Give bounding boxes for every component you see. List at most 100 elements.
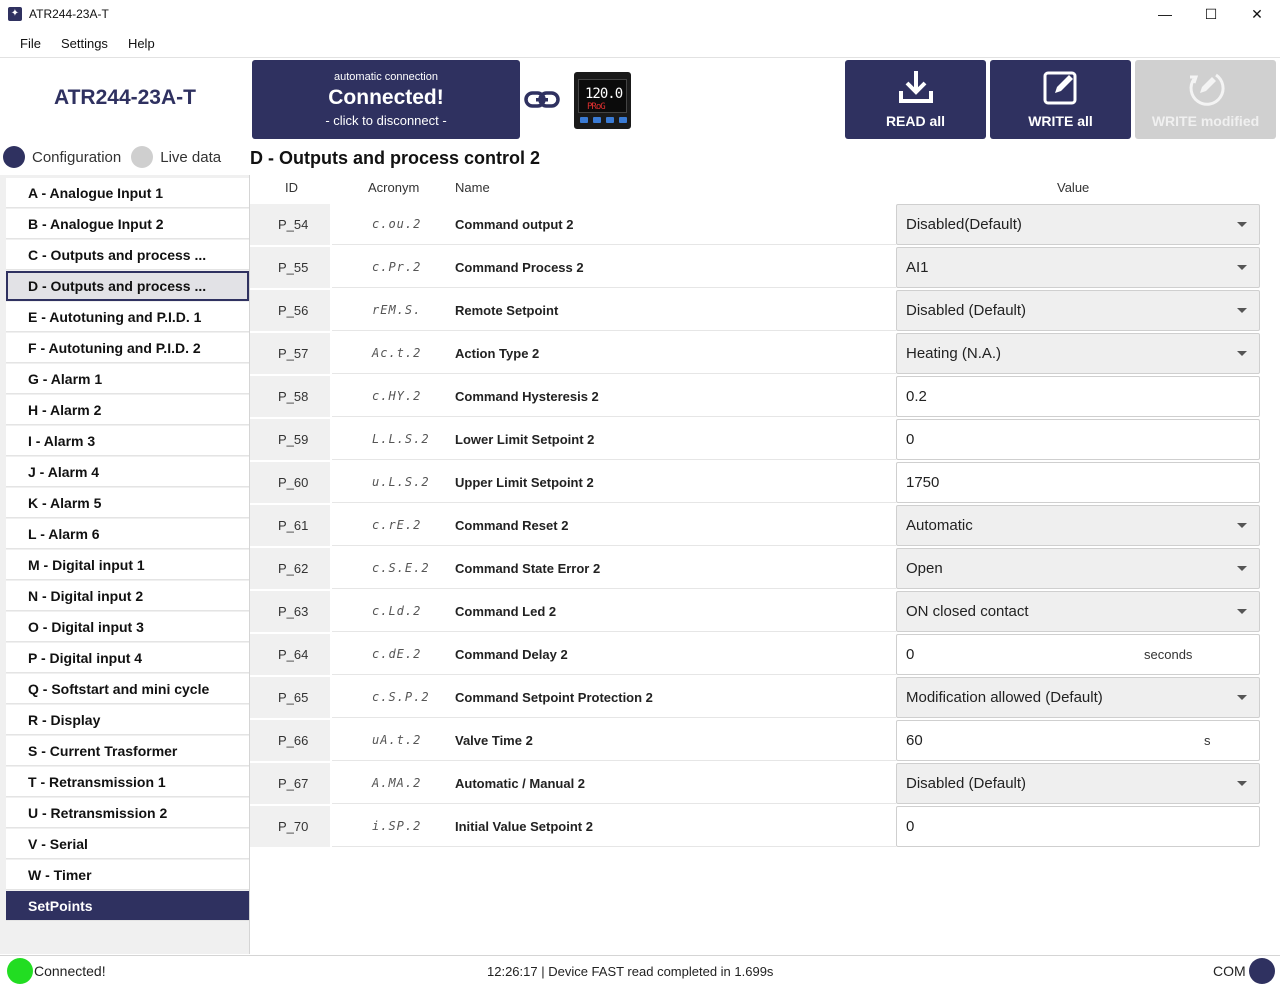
sidebar-item[interactable]: H - Alarm 2	[6, 395, 249, 425]
value-dropdown[interactable]: Disabled (Default)	[896, 763, 1260, 804]
value-text: Modification allowed (Default)	[906, 689, 1103, 706]
sidebar-item[interactable]: Q - Softstart and mini cycle	[6, 674, 249, 704]
param-name: Command Setpoint Protection 2	[455, 690, 653, 705]
param-cell: c.Ld.2 Command Led 2	[332, 591, 896, 632]
value-text: 0	[906, 431, 915, 448]
dropdown-caret-icon	[1237, 308, 1247, 313]
param-id: P_64	[250, 634, 330, 675]
value-input[interactable]: 1750	[896, 462, 1260, 503]
sidebar-item[interactable]: L - Alarm 6	[6, 519, 249, 549]
sidebar-item[interactable]: A - Analogue Input 1	[6, 178, 249, 208]
sidebar-item[interactable]: U - Retransmission 2	[6, 798, 249, 828]
value-dropdown[interactable]: Modification allowed (Default)	[896, 677, 1260, 718]
live-data-toggle[interactable]: Live data	[131, 146, 221, 168]
param-cell: c.S.E.2 Command State Error 2	[332, 548, 896, 589]
param-name: Command Led 2	[455, 604, 557, 619]
connection-status-label: Connected!	[328, 86, 444, 109]
menu-settings[interactable]: Settings	[51, 36, 118, 51]
write-modified-button[interactable]: WRITE modified	[1135, 60, 1276, 139]
value-dropdown[interactable]: ON closed contact	[896, 591, 1260, 632]
sidebar-item[interactable]: R - Display	[6, 705, 249, 735]
param-id: P_65	[250, 677, 330, 718]
param-name: Lower Limit Setpoint 2	[455, 432, 595, 447]
param-id: P_66	[250, 720, 330, 761]
param-name: Command State Error 2	[455, 561, 601, 576]
table-row: P_60 u.L.S.2 Upper Limit Setpoint 2 1750	[250, 460, 1260, 503]
write-all-button[interactable]: WRITE all	[990, 60, 1131, 139]
param-cell: L.L.S.2 Lower Limit Setpoint 2	[332, 419, 896, 460]
value-dropdown[interactable]: Disabled(Default)	[896, 204, 1260, 245]
table-row: P_55 c.Pr.2 Command Process 2 AI1	[250, 245, 1260, 288]
value-dropdown[interactable]: Open	[896, 548, 1260, 589]
value-input[interactable]: 0 seconds	[896, 634, 1260, 675]
param-cell: Ac.t.2 Action Type 2	[332, 333, 896, 374]
table-row: P_62 c.S.E.2 Command State Error 2 Open	[250, 546, 1260, 589]
table-row: P_54 c.ou.2 Command output 2 Disabled(Defau…	[250, 202, 1260, 245]
value-input[interactable]: 0	[896, 806, 1260, 847]
sidebar-item[interactable]: K - Alarm 5	[6, 488, 249, 518]
column-header-name: Name	[455, 180, 490, 195]
sidebar-item[interactable]: N - Digital input 2	[6, 581, 249, 611]
com-port-label: COM	[1213, 963, 1246, 979]
dropdown-caret-icon	[1237, 523, 1247, 528]
menu-file[interactable]: File	[10, 36, 51, 51]
table-row: P_57 Ac.t.2 Action Type 2 Heating (N.A.)	[250, 331, 1260, 374]
param-id: P_62	[250, 548, 330, 589]
maximize-button[interactable]: ☐	[1188, 0, 1234, 28]
device-key	[619, 117, 627, 123]
dropdown-caret-icon	[1237, 351, 1247, 356]
sidebar-item[interactable]: E - Autotuning and P.I.D. 1	[6, 302, 249, 332]
write-all-label: WRITE all	[1028, 113, 1093, 129]
param-cell: rEM.S. Remote Setpoint	[332, 290, 896, 331]
value-text: Open	[906, 560, 943, 577]
configuration-toggle[interactable]: Configuration	[3, 146, 121, 168]
table-row: P_67 A.MA.2 Automatic / Manual 2 Disabled (…	[250, 761, 1260, 804]
sidebar-item[interactable]: F - Autotuning and P.I.D. 2	[6, 333, 249, 363]
value-dropdown[interactable]: Heating (N.A.)	[896, 333, 1260, 374]
value-dropdown[interactable]: AI1	[896, 247, 1260, 288]
status-bar: Connected! 12:26:17 | Device FAST read c…	[0, 955, 1280, 985]
param-name: Valve Time 2	[455, 733, 533, 748]
sidebar-item[interactable]: T - Retransmission 1	[6, 767, 249, 797]
edit-circle-icon	[1189, 73, 1225, 106]
value-input[interactable]: 0.2	[896, 376, 1260, 417]
value-text: ON closed contact	[906, 603, 1029, 620]
menu-help[interactable]: Help	[118, 36, 165, 51]
connection-status-icon	[7, 958, 33, 984]
param-id: P_57	[250, 333, 330, 374]
configuration-label: Configuration	[32, 148, 122, 166]
sidebar-item[interactable]: D - Outputs and process ...	[6, 271, 249, 301]
value-text: Disabled(Default)	[906, 216, 1022, 233]
section-title: D - Outputs and process control 2	[250, 148, 541, 168]
sidebar-item[interactable]: V - Serial	[6, 829, 249, 859]
value-input[interactable]: 0	[896, 419, 1260, 460]
value-dropdown[interactable]: Disabled (Default)	[896, 290, 1260, 331]
sidebar-item[interactable]: I - Alarm 3	[6, 426, 249, 456]
read-all-button[interactable]: READ all	[845, 60, 986, 139]
close-button[interactable]: ✕	[1234, 0, 1280, 28]
connection-button[interactable]: automatic connection Connected! - click …	[252, 60, 520, 139]
sidebar-item[interactable]: J - Alarm 4	[6, 457, 249, 487]
sidebar-item[interactable]: S - Current Trasformer	[6, 736, 249, 766]
sidebar-item[interactable]: G - Alarm 1	[6, 364, 249, 394]
sidebar-item[interactable]: SetPoints	[6, 891, 249, 921]
value-text: Disabled (Default)	[906, 302, 1027, 319]
value-dropdown[interactable]: Automatic	[896, 505, 1260, 546]
param-name: Command Process 2	[455, 260, 584, 275]
column-header-value: Value	[1057, 180, 1090, 195]
sidebar-item[interactable]: W - Timer	[6, 860, 249, 890]
minimize-button[interactable]: —	[1142, 0, 1188, 28]
edit-icon	[1043, 71, 1076, 105]
sidebar-item[interactable]: C - Outputs and process ...	[6, 240, 249, 270]
sidebar-item[interactable]: M - Digital input 1	[6, 550, 249, 580]
dropdown-caret-icon	[1237, 265, 1247, 270]
sidebar-item[interactable]: P - Digital input 4	[6, 643, 249, 673]
sidebar-item[interactable]: B - Analogue Input 2	[6, 209, 249, 239]
table-row: P_63 c.Ld.2 Command Led 2 ON closed contact	[250, 589, 1260, 632]
sidebar-item[interactable]: O - Digital input 3	[6, 612, 249, 642]
value-input[interactable]: 60 s	[896, 720, 1260, 761]
com-port-icon	[1249, 958, 1275, 984]
param-cell: c.HY.2 Command Hysteresis 2	[332, 376, 896, 417]
param-id: P_67	[250, 763, 330, 804]
device-pv-display: 120.0	[585, 86, 623, 102]
